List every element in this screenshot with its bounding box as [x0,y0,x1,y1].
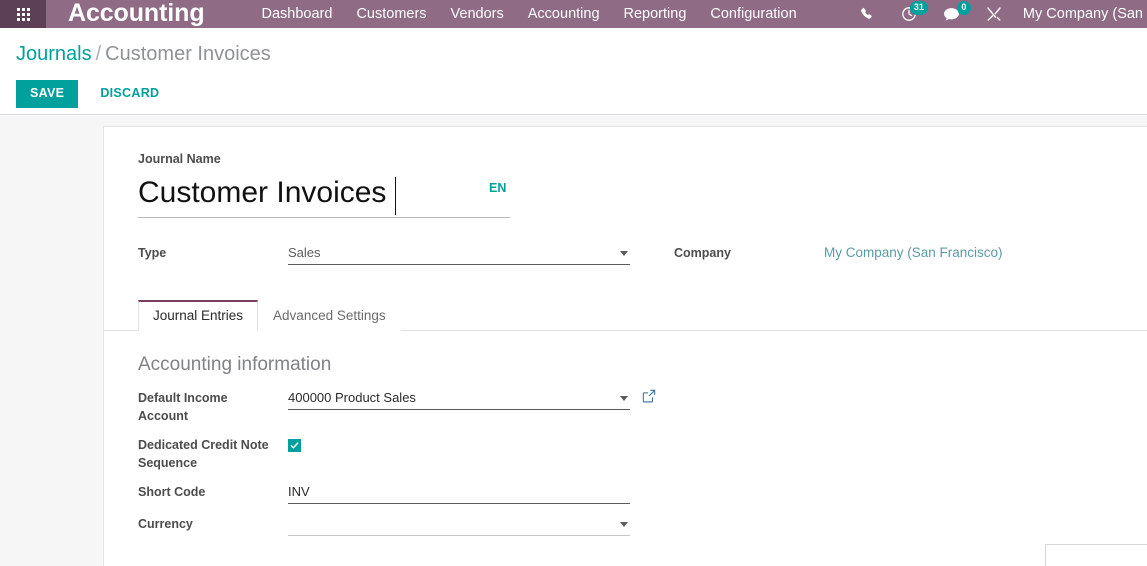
currency-label: Currency [138,517,193,531]
messages-count-badge: 0 [956,1,971,15]
company-field: Company My Company (San Francisco) [674,244,1003,262]
menu-item-vendors[interactable]: Vendors [439,0,516,28]
breadcrumb: Journals / Customer Invoices [16,42,1131,66]
company-label: Company [674,246,731,260]
voip-phone-button[interactable] [847,0,888,28]
type-label: Type [138,246,167,260]
type-company-row: Type Sales Company My Company (San Franc… [138,244,1113,265]
main-menu: Dashboard Customers Vendors Accounting R… [250,0,809,28]
activity-count-badge: 31 [909,1,928,15]
short-code-field: INV [288,483,630,504]
menu-item-dashboard[interactable]: Dashboard [250,0,345,28]
menu-item-configuration[interactable]: Configuration [698,0,808,28]
dedicated-credit-note-sequence-row: Dedicated Credit Note Sequence [138,436,1113,472]
currency-select[interactable] [288,515,630,536]
default-income-account-value: 400000 Product Sales [288,390,416,405]
short-code-label: Short Code [138,485,206,499]
apps-menu-button[interactable] [0,0,46,28]
tab-journal-entries[interactable]: Journal Entries [138,300,259,331]
dedicated-credit-note-sequence-label-line2: Sequence [138,456,198,470]
default-income-account-select[interactable]: 400000 Product Sales [288,389,630,410]
developer-tools-button[interactable] [973,0,1015,28]
breadcrumb-item-journals[interactable]: Journals [16,43,92,65]
company-link[interactable]: My Company (San Francisco) [824,244,1003,262]
journal-name-field: EN [138,175,510,218]
menu-item-reporting[interactable]: Reporting [612,0,699,28]
short-code-value: INV [288,484,310,499]
form-header-group: Journal Name EN Type Sales Company My Co… [104,151,1147,265]
chevron-down-icon [620,396,628,401]
app-brand-title[interactable]: Accounting [68,0,205,27]
check-icon [290,441,299,450]
type-value: Sales [288,245,321,260]
default-income-account-row: Default Income Account 400000 Product Sa… [138,389,1113,425]
menu-item-customers[interactable]: Customers [344,0,438,28]
default-income-account-label-line1: Default Income [138,391,228,405]
external-link-icon[interactable] [642,389,656,408]
notebook-tabs: Journal Entries Advanced Settings [104,300,1147,331]
user-menu-button[interactable]: My Company (San [1015,0,1143,28]
short-code-row: Short Code INV [138,483,1113,504]
text-caret [395,177,396,215]
journal-name-input[interactable] [138,175,510,218]
phone-icon [860,7,875,22]
breadcrumb-separator: / [95,43,102,65]
save-button[interactable]: SAVE [16,80,79,108]
default-income-account-label-line2: Account [138,409,188,423]
wrench-icon [986,6,1002,22]
form-action-buttons: SAVE DISCARD [16,80,1131,108]
dedicated-credit-note-sequence-checkbox[interactable] [288,439,301,452]
journal-name-label: Journal Name [138,152,221,166]
activities-button[interactable]: 31 [888,0,930,28]
chevron-down-icon [620,251,628,256]
currency-row: Currency [138,515,1113,536]
top-navbar: Accounting Dashboard Customers Vendors A… [0,0,1147,28]
dedicated-credit-note-sequence-label-line1: Dedicated Credit Note [138,438,269,452]
dedicated-credit-note-sequence-label: Dedicated Credit Note Sequence [138,436,288,472]
dedicated-credit-note-sequence-field [288,436,301,455]
type-select[interactable]: Sales [288,244,630,265]
language-badge[interactable]: EN [489,181,506,195]
tab-advanced-settings[interactable]: Advanced Settings [258,301,401,331]
apps-grid-icon [16,7,30,21]
section-title-accounting-information: Accounting information [138,354,332,375]
default-income-account-field: 400000 Product Sales [288,389,656,410]
page-background: Journal Name EN Type Sales Company My Co… [0,116,1147,566]
form-sheet: Journal Name EN Type Sales Company My Co… [103,126,1147,566]
chevron-down-icon [620,522,628,527]
tab-panel-journal-entries: Accounting information Default Income Ac… [104,331,1147,536]
systray: 31 0 My Company (San [847,0,1147,28]
type-field: Sales [288,244,630,265]
short-code-input[interactable]: INV [288,483,630,504]
control-panel: Journals / Customer Invoices SAVE DISCARD [0,28,1147,115]
messages-button[interactable]: 0 [930,0,973,28]
discard-button[interactable]: DISCARD [88,80,171,108]
chatter-panel-edge [1045,544,1147,566]
default-income-account-label: Default Income Account [138,389,288,425]
menu-item-accounting[interactable]: Accounting [516,0,612,28]
breadcrumb-item-current: Customer Invoices [105,43,271,65]
currency-field [288,515,630,536]
